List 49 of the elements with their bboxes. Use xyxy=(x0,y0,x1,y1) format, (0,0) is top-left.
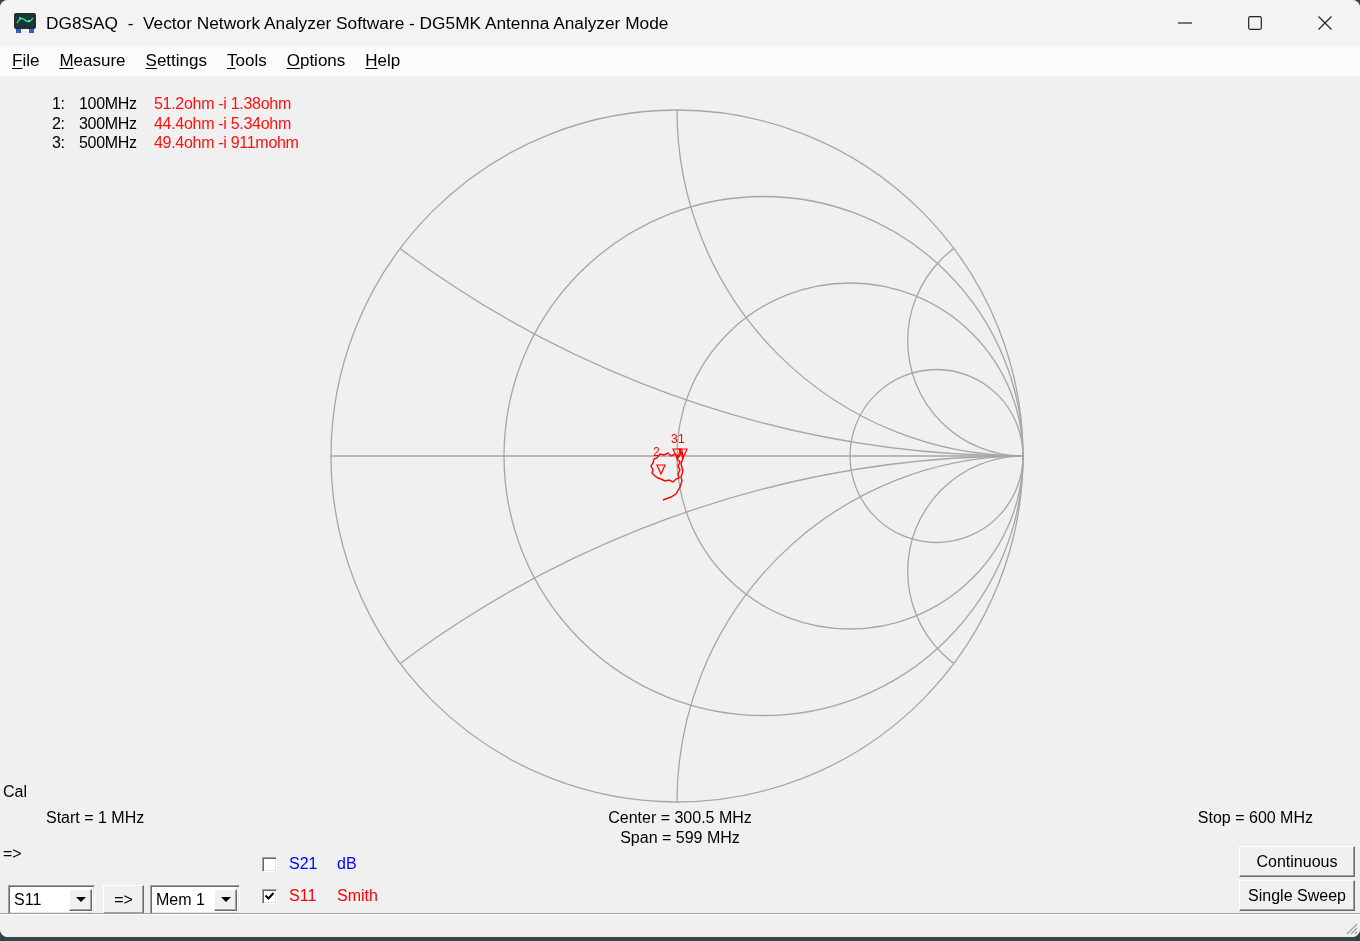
dropdown-button[interactable] xyxy=(214,888,237,911)
marker-impedance: 44.4ohm -i 5.34ohm xyxy=(154,113,292,133)
sweep-span: Span = 599 MHz xyxy=(620,827,740,847)
impedance-trace xyxy=(650,448,684,501)
marker-frequency: 100MHz xyxy=(79,94,138,114)
marker-label: 2 xyxy=(653,445,660,459)
maximize-icon[interactable] xyxy=(1248,16,1262,30)
sweep-start: Start = 1 MHz xyxy=(46,808,145,828)
checkbox[interactable] xyxy=(262,888,277,904)
marker-impedance: 51.2ohm -i 1.38ohm xyxy=(154,94,292,114)
copy-button[interactable]: => xyxy=(103,885,144,914)
copy-arrow-label: => xyxy=(3,843,22,863)
parameter-select[interactable]: S11 xyxy=(8,885,95,914)
menu-item[interactable]: Tools xyxy=(217,48,277,74)
caret-icon xyxy=(220,897,231,902)
sweep-button[interactable]: Single Sweep xyxy=(1239,880,1355,911)
marker-frequency: 500MHz xyxy=(79,133,138,153)
menu-item[interactable]: Help xyxy=(355,48,411,74)
menu-item[interactable]: Options xyxy=(276,48,356,74)
trace-name: S11 xyxy=(289,886,318,906)
marker-icon xyxy=(656,464,666,476)
trace-format: Smith xyxy=(337,886,378,906)
caret-icon xyxy=(75,897,86,902)
dropdown-button[interactable] xyxy=(69,888,92,911)
sweep-button[interactable]: Continuous xyxy=(1239,846,1355,877)
monitor-icon xyxy=(13,12,37,34)
marker-label: 1 xyxy=(678,432,685,446)
window-title: DG8SAQ - Vector Network Analyzer Software - DG5MK Antenna Analyzer Mode xyxy=(46,12,669,34)
checkmark-icon xyxy=(265,892,274,900)
marker-frequency: 300MHz xyxy=(79,113,138,133)
trace-format: dB xyxy=(337,854,357,874)
memory-select[interactable]: Mem 1 xyxy=(150,885,240,914)
checkbox[interactable] xyxy=(262,856,277,872)
marker-number: 2: xyxy=(52,113,66,133)
menu-item[interactable]: Measure xyxy=(49,48,136,74)
sweep-center: Center = 300.5 MHz xyxy=(608,808,752,828)
resize-grip-icon[interactable] xyxy=(1346,923,1358,935)
marker-number: 3: xyxy=(52,133,66,153)
marker-impedance: 49.4ohm -i 911mohm xyxy=(154,133,299,153)
marker-label: 3 xyxy=(671,432,678,446)
marker-number: 1: xyxy=(52,94,66,114)
menu-item[interactable]: File xyxy=(2,48,50,74)
calibration-label: Cal xyxy=(3,782,27,801)
marker-icon xyxy=(678,448,688,460)
menu-item[interactable]: Settings xyxy=(135,48,217,74)
trace-name: S21 xyxy=(289,854,319,874)
close-icon[interactable] xyxy=(1318,16,1332,30)
marker-icon xyxy=(672,448,682,460)
sweep-stop: Stop = 600 MHz xyxy=(1197,808,1313,828)
